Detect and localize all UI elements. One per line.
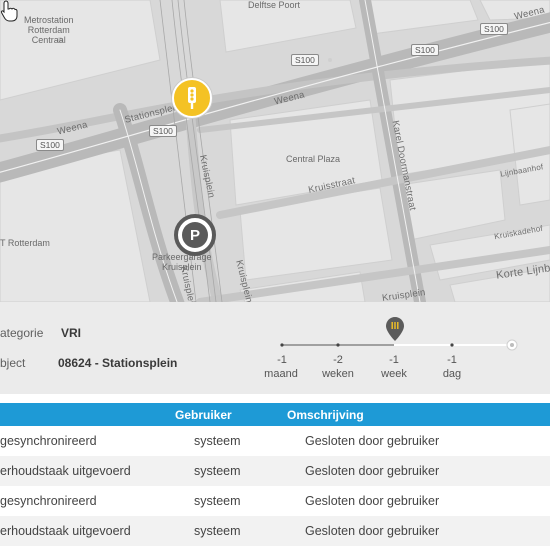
gebruiker-cell: systeem xyxy=(194,494,241,508)
tick-unit: maand xyxy=(264,368,298,380)
slider-handle-pin-icon[interactable] xyxy=(385,316,405,342)
svg-text:P: P xyxy=(190,227,200,244)
traffic-light-marker[interactable] xyxy=(172,78,212,118)
gebruiker-cell: systeem xyxy=(194,434,241,448)
table-header: Gebruiker Omschrijving xyxy=(0,403,550,426)
highway-shield-s100: S100 xyxy=(411,44,439,56)
table-row[interactable]: erhoudstaak uitgevoerd systeem Gesloten … xyxy=(0,456,550,486)
omschrijving-cell: Gesloten door gebruiker xyxy=(305,434,440,448)
tick-unit: dag xyxy=(442,368,462,380)
history-table: Gebruiker Omschrijving gesynchronireerd … xyxy=(0,403,550,546)
parking-marker[interactable]: P xyxy=(174,214,216,256)
delftse-poort-label: Delftse Poort xyxy=(248,0,301,10)
table-row[interactable]: erhoudstaak uitgevoerd systeem Gesloten … xyxy=(0,516,550,546)
column-header-omschrijving[interactable]: Omschrijving xyxy=(287,408,364,422)
tick-number: -1 xyxy=(447,354,457,366)
central-plaza-label: Central Plaza xyxy=(286,154,341,164)
status-cell: gesynchronireerd xyxy=(0,494,97,508)
traffic-light-icon xyxy=(188,87,196,109)
rotterdam-label: T Rotterdam xyxy=(0,238,50,248)
gebruiker-cell: systeem xyxy=(194,464,241,478)
metrostation-label: Metrostation Rotterdam Centraal xyxy=(24,15,74,45)
parking-icon: P xyxy=(174,214,216,256)
highway-shield-s100: S100 xyxy=(36,139,64,151)
highway-shield-s100: S100 xyxy=(480,23,508,35)
time-range-slider[interactable]: -1 maand -2 weken -1 week -1 dag xyxy=(0,302,550,394)
tick-unit: week xyxy=(381,368,407,380)
hand-cursor-icon xyxy=(0,0,18,22)
gebruiker-cell: systeem xyxy=(194,524,241,538)
status-cell: erhoudstaak uitgevoerd xyxy=(0,464,131,478)
omschrijving-cell: Gesloten door gebruiker xyxy=(305,464,440,478)
omschrijving-cell: Gesloten door gebruiker xyxy=(305,494,440,508)
tick-number: -1 xyxy=(389,354,399,366)
map-view[interactable]: Metrostation Rotterdam Centraal Delftse … xyxy=(0,0,550,302)
filter-panel: ategorie VRI bject 08624 - Stationsplein… xyxy=(0,302,550,394)
status-cell: erhoudstaak uitgevoerd xyxy=(0,524,131,538)
highway-shield-s100: S100 xyxy=(291,54,319,66)
table-row[interactable]: gesynchronireerd systeem Gesloten door g… xyxy=(0,486,550,516)
table-row[interactable]: gesynchronireerd systeem Gesloten door g… xyxy=(0,426,550,456)
status-cell: gesynchronireerd xyxy=(0,434,97,448)
slider-track xyxy=(280,339,518,351)
omschrijving-cell: Gesloten door gebruiker xyxy=(305,524,440,538)
tick-unit: weken xyxy=(322,368,354,380)
highway-shield-s100: S100 xyxy=(149,125,177,137)
tick-number: -2 xyxy=(333,354,343,366)
column-header-gebruiker[interactable]: Gebruiker xyxy=(175,408,232,422)
tick-number: -1 xyxy=(277,354,287,366)
map-background xyxy=(0,0,550,302)
